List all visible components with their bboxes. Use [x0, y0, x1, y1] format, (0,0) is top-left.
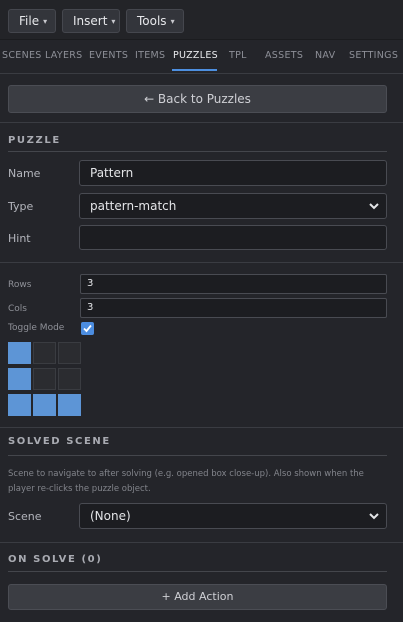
grid-cell-r1-c0[interactable] — [8, 368, 31, 390]
grid-cell-r2-c2[interactable] — [58, 394, 81, 416]
tab-settings[interactable]: SETTINGS — [349, 50, 398, 61]
chevron-down-icon — [369, 203, 379, 210]
cols-label: Cols — [8, 304, 27, 314]
tools-menu-button[interactable]: Tools ▾ — [126, 9, 184, 33]
menubar: File ▾ Insert ▾ Tools ▾ — [0, 0, 403, 40]
grid-cell-r1-c2[interactable] — [58, 368, 81, 390]
type-select-value: pattern-match — [90, 199, 177, 213]
insert-menu-label: Insert — [73, 14, 108, 28]
puzzle-section-title: PUZZLE — [8, 135, 61, 146]
section-divider — [8, 151, 387, 152]
chevron-down-icon: ▾ — [111, 17, 116, 26]
rows-input[interactable]: 3 — [80, 274, 387, 294]
name-input[interactable]: Pattern — [79, 160, 387, 186]
tab-nav[interactable]: NAV — [315, 50, 335, 61]
toggle-mode-label: Toggle Mode — [8, 323, 65, 333]
tools-menu-label: Tools — [137, 14, 167, 28]
tab-events[interactable]: EVENTS — [89, 50, 128, 61]
solved-scene-value: (None) — [90, 509, 131, 523]
tab-tpl[interactable]: TPL — [229, 50, 247, 61]
hint-input[interactable] — [79, 225, 387, 250]
on-solve-section-title: ON SOLVE (0) — [8, 554, 103, 565]
type-select[interactable]: pattern-match — [79, 193, 387, 219]
chevron-down-icon — [369, 513, 379, 520]
grid-cell-r1-c1[interactable] — [33, 368, 56, 390]
grid-cell-r0-c1[interactable] — [33, 342, 56, 364]
grid-cell-r2-c0[interactable] — [8, 394, 31, 416]
toggle-mode-checkbox[interactable] — [81, 322, 94, 335]
add-action-button[interactable]: + Add Action — [8, 584, 387, 610]
chevron-down-icon: ▾ — [43, 17, 48, 26]
section-divider — [8, 571, 387, 572]
tab-assets[interactable]: ASSETS — [265, 50, 303, 61]
tab-scenes[interactable]: SCENES — [2, 50, 42, 61]
pattern-grid — [8, 342, 84, 416]
name-label: Name — [8, 167, 41, 180]
tab-items[interactable]: ITEMS — [135, 50, 165, 61]
grid-cell-r0-c2[interactable] — [58, 342, 81, 364]
tab-bar: SCENES LAYERS EVENTS ITEMS PUZZLES TPL A… — [0, 40, 403, 74]
divider — [0, 427, 403, 428]
section-divider — [8, 455, 387, 456]
solved-scene-description: Scene to navigate to after solving (e.g.… — [8, 469, 364, 494]
check-icon — [83, 324, 92, 333]
chevron-down-icon: ▾ — [170, 17, 175, 26]
file-menu-label: File — [19, 14, 40, 28]
grid-cell-r0-c0[interactable] — [8, 342, 31, 364]
grid-cell-r2-c1[interactable] — [33, 394, 56, 416]
scene-label: Scene — [8, 510, 42, 523]
cols-input[interactable]: 3 — [80, 298, 387, 318]
divider — [0, 122, 403, 123]
insert-menu-button[interactable]: Insert ▾ — [62, 9, 120, 33]
active-tab-indicator — [172, 69, 217, 71]
divider — [0, 262, 403, 263]
rows-label: Rows — [8, 280, 32, 290]
type-label: Type — [8, 200, 34, 213]
solved-scene-select[interactable]: (None) — [79, 503, 387, 529]
divider — [0, 542, 403, 543]
tab-layers[interactable]: LAYERS — [45, 50, 83, 61]
file-menu-button[interactable]: File ▾ — [8, 9, 56, 33]
tab-puzzles[interactable]: PUZZLES — [173, 50, 218, 61]
solved-scene-section-title: SOLVED SCENE — [8, 436, 111, 447]
hint-label: Hint — [8, 232, 31, 245]
back-to-puzzles-button[interactable]: ← Back to Puzzles — [8, 85, 387, 113]
